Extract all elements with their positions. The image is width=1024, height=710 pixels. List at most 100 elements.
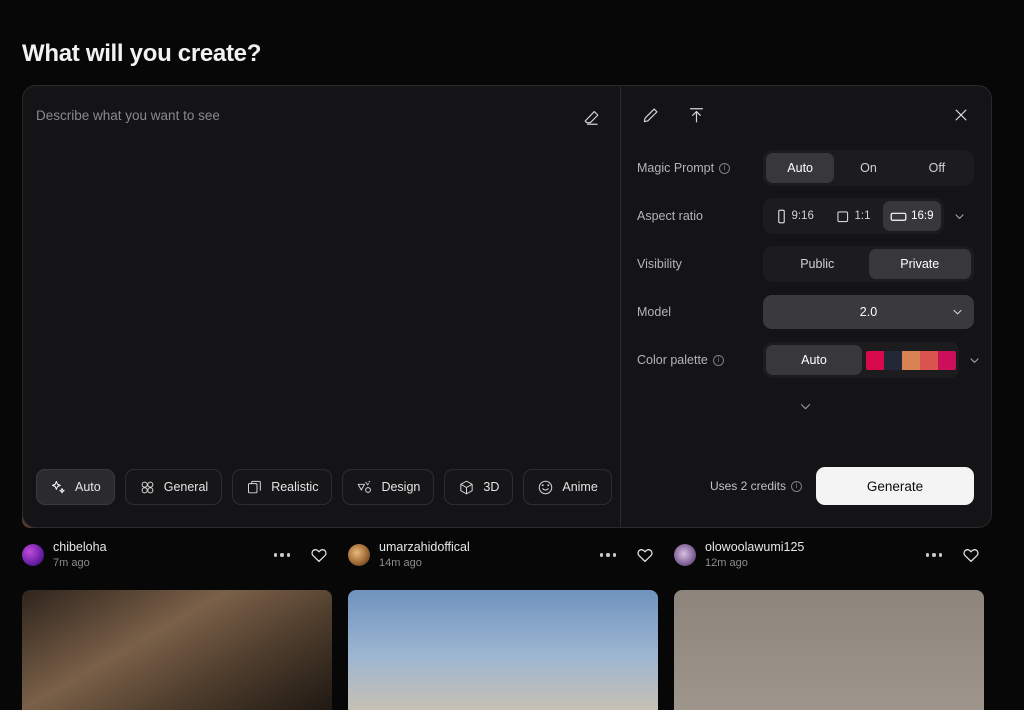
magic-prompt-label: Magic Prompt	[637, 161, 715, 175]
style-chip-auto[interactable]: Auto	[36, 469, 115, 505]
design-icon	[358, 480, 372, 493]
smiley-icon	[539, 480, 553, 494]
post-timestamp: 7m ago	[53, 556, 90, 569]
credits-text: Uses 2 credits	[709, 479, 786, 493]
feed-thumbnail[interactable]	[674, 590, 984, 710]
close-icon[interactable]	[948, 102, 974, 128]
style-chip-design[interactable]: Design	[342, 469, 435, 505]
photos-stack-icon	[248, 480, 262, 493]
magic-prompt-option-off[interactable]: Off	[903, 153, 971, 183]
style-chip-anime[interactable]: Anime	[523, 469, 612, 505]
more-options-icon[interactable]	[599, 553, 616, 557]
model-label: Model	[637, 305, 672, 319]
post-meta: umarzahidoffical 14m ago	[379, 540, 591, 569]
style-chip-general[interactable]: General	[124, 469, 223, 505]
chevron-down-icon	[969, 357, 979, 363]
page-title: What will you create?	[22, 40, 262, 67]
setting-control: 2.0	[763, 295, 974, 329]
setting-visibility: Visibility Public Private	[637, 240, 974, 288]
aspect-ratio-label-1-1: 1:1	[854, 210, 871, 222]
sparkle-icon	[51, 480, 65, 493]
setting-aspect-ratio: Aspect ratio 9:16 1:1 16:9	[637, 192, 974, 240]
visibility-option-public[interactable]: Public	[766, 249, 869, 279]
settings-expand-row	[637, 384, 974, 416]
clover-icon	[141, 481, 154, 493]
heart-icon[interactable]	[310, 546, 328, 564]
setting-label: Model	[637, 305, 763, 319]
heart-icon[interactable]	[636, 546, 654, 564]
setting-control: 9:16 1:1 16:9	[763, 198, 974, 234]
aspect-ratio-option-16-9[interactable]: 16:9	[882, 201, 941, 231]
setting-model: Model 2.0	[637, 288, 974, 336]
setting-label: Color palette i	[637, 353, 763, 367]
generate-button[interactable]: Generate	[816, 467, 974, 505]
style-chip-label: Realistic	[271, 480, 319, 494]
setting-color-palette: Color palette i Auto	[637, 336, 979, 384]
settings-header	[621, 86, 991, 144]
style-chip-label: General	[163, 480, 209, 494]
expand-settings-button[interactable]	[791, 396, 821, 416]
color-palette-control: Auto	[763, 342, 959, 378]
info-icon[interactable]: i	[719, 162, 731, 174]
post-username: umarzahidoffical	[379, 540, 470, 555]
post-actions	[599, 546, 659, 564]
magic-prompt-option-on[interactable]: On	[834, 153, 902, 183]
color-palette-expand[interactable]	[959, 354, 989, 367]
style-chip-label: Anime	[562, 480, 598, 494]
avatar[interactable]	[348, 544, 370, 566]
post-username: chibeloha	[53, 540, 107, 555]
magic-prompt-option-auto[interactable]: Auto	[766, 153, 835, 183]
feed-thumbnail[interactable]	[22, 590, 332, 710]
setting-control: Public Private	[763, 246, 974, 282]
chevron-down-icon	[954, 213, 964, 219]
feed-meta-row: chibeloha 7m ago umarzahidoffical 14m ag…	[22, 538, 1002, 572]
model-dropdown[interactable]: 2.0	[763, 295, 974, 329]
aspect-ratio-expand[interactable]	[944, 210, 974, 223]
pencil-icon[interactable]	[637, 102, 663, 128]
settings-body: Magic Prompt i Auto On Off Aspect ratio	[621, 144, 991, 416]
create-modal: Describe what you want to see Auto Gener…	[22, 85, 992, 528]
chevron-down-icon	[800, 403, 811, 409]
color-palette-auto-option[interactable]: Auto	[766, 345, 862, 375]
style-chip-3d[interactable]: 3D	[444, 469, 514, 505]
aspect-ratio-segmented: 9:16 1:1 16:9	[763, 198, 944, 234]
prompt-input-area[interactable]: Describe what you want to see	[23, 86, 620, 469]
palette-swatch	[866, 350, 884, 370]
post-meta: chibeloha 7m ago	[53, 540, 265, 569]
heart-icon[interactable]	[962, 546, 980, 564]
style-chip-label: Auto	[75, 480, 101, 494]
style-chip-label: Design	[381, 480, 421, 494]
feed-thumbnail[interactable]	[348, 590, 658, 710]
visibility-segmented: Public Private	[763, 246, 974, 282]
setting-control: Auto	[763, 342, 989, 378]
avatar[interactable]	[674, 544, 696, 566]
aspect-ratio-label-9-16: 9:16	[791, 210, 814, 222]
aspect-ratio-option-1-1[interactable]: 1:1	[824, 201, 882, 231]
more-options-icon[interactable]	[925, 553, 942, 557]
info-icon[interactable]: i	[791, 480, 802, 492]
visibility-label: Visibility	[637, 257, 682, 271]
eraser-icon[interactable]	[578, 104, 604, 130]
style-chip-realistic[interactable]: Realistic	[232, 469, 333, 505]
visibility-option-private[interactable]: Private	[868, 249, 971, 279]
palette-swatch	[902, 350, 920, 370]
upload-icon[interactable]	[683, 102, 709, 128]
post-timestamp: 14m ago	[379, 556, 422, 569]
style-chip-row: Auto General Realistic Design 3D Anime	[23, 469, 620, 527]
aspect-ratio-label-16-9: 16:9	[911, 210, 934, 222]
info-icon[interactable]: i	[712, 354, 724, 366]
palette-swatch	[884, 350, 902, 370]
magic-prompt-segmented: Auto On Off	[763, 150, 974, 186]
more-options-icon[interactable]	[273, 553, 290, 557]
setting-label: Magic Prompt i	[637, 161, 763, 175]
palette-swatch	[938, 350, 956, 370]
palette-swatch	[920, 350, 938, 370]
post-actions	[925, 546, 985, 564]
color-palette-swatches[interactable]	[866, 350, 956, 370]
setting-magic-prompt: Magic Prompt i Auto On Off	[637, 144, 974, 192]
avatar[interactable]	[22, 544, 44, 566]
aspect-ratio-option-9-16[interactable]: 9:16	[766, 201, 824, 231]
landscape-rect-icon	[890, 212, 907, 221]
style-chip-label: 3D	[483, 480, 500, 494]
post-actions	[273, 546, 333, 564]
